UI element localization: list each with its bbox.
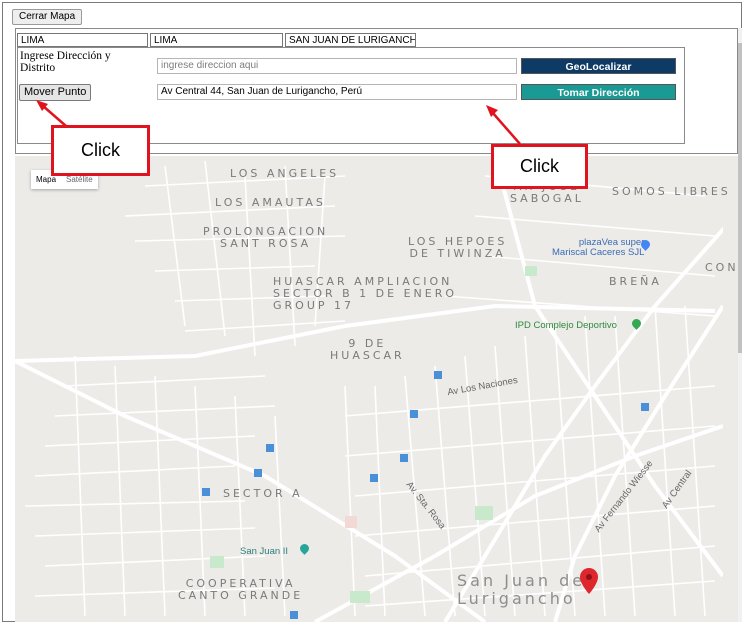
click-callout-left: Click (51, 125, 150, 176)
click-callout-right: Click (491, 144, 588, 189)
annotation-arrows (36, 100, 521, 145)
